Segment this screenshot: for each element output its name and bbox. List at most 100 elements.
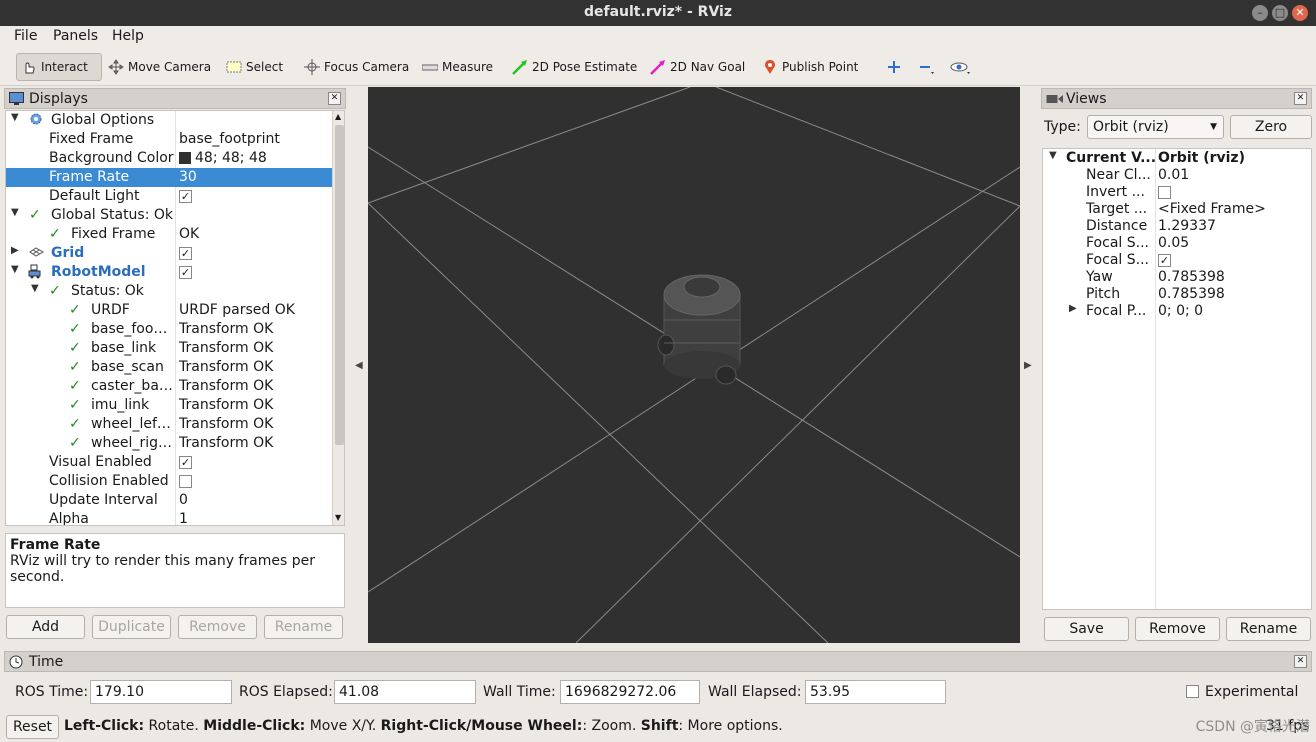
row-value[interactable]: base_footprint [179, 131, 280, 147]
tree-row-link[interactable]: ✓ wheel_rig… Transform OK [6, 434, 332, 453]
color-value[interactable]: 48; 48; 48 [179, 150, 267, 166]
tree-row-link[interactable]: ✓ base_link Transform OK [6, 339, 332, 358]
menu-panels[interactable]: Panels [53, 28, 98, 44]
right-collapse-arrow-icon[interactable]: ▶ [1024, 360, 1034, 371]
views-close-icon[interactable]: ✕ [1294, 92, 1307, 105]
tree-row-link[interactable]: ✓ caster_ba… Transform OK [6, 377, 332, 396]
render-viewport[interactable] [368, 87, 1020, 643]
select-tool-button[interactable]: Select [226, 53, 283, 81]
tree-row-robotmodel[interactable]: ▼ RobotModel ✓ [6, 263, 332, 282]
row-value[interactable]: 0.785398 [1158, 269, 1225, 285]
pose-estimate-tool-button[interactable]: 2D Pose Estimate [512, 53, 637, 81]
tree-row-background-color[interactable]: Background Color 48; 48; 48 [6, 149, 332, 168]
tree-row-visual-enabled[interactable]: Visual Enabled ✓ [6, 453, 332, 472]
row-label: RobotModel [51, 264, 146, 280]
invert-checkbox[interactable] [1158, 185, 1171, 199]
tree-row-urdf[interactable]: ✓ URDF URDF parsed OK [6, 301, 332, 320]
remove-tool-button[interactable] [918, 53, 938, 81]
default-light-checkbox[interactable]: ✓ [179, 189, 192, 203]
tree-row-default-light[interactable]: Default Light ✓ [6, 187, 332, 206]
collapse-arrow-icon[interactable]: ▶ [11, 245, 19, 256]
left-collapse-arrow-icon[interactable]: ◀ [355, 360, 365, 371]
displays-scrollbar[interactable]: ▲ ▼ [332, 111, 344, 525]
add-display-button[interactable]: Add [6, 615, 85, 639]
robotmodel-enabled-checkbox[interactable]: ✓ [179, 265, 192, 279]
focus-camera-tool-button[interactable]: Focus Camera [304, 53, 409, 81]
ros-elapsed-field[interactable]: 41.08 [334, 680, 476, 704]
expand-arrow-icon[interactable]: ▼ [1049, 150, 1057, 161]
collapse-arrow-icon[interactable]: ▶ [1069, 303, 1077, 314]
expand-arrow-icon[interactable]: ▼ [11, 112, 19, 123]
wall-elapsed-field[interactable]: 53.95 [805, 680, 946, 704]
view-type-select[interactable]: Orbit (rviz) ▼ [1087, 115, 1224, 139]
menu-help[interactable]: Help [112, 28, 144, 44]
tree-row-link[interactable]: ✓ base_scan Transform OK [6, 358, 332, 377]
save-view-button[interactable]: Save [1044, 617, 1129, 641]
row-value[interactable]: <Fixed Frame> [1158, 201, 1266, 217]
minus-icon [918, 59, 934, 75]
hand-icon [21, 59, 37, 75]
row-label: Distance [1086, 218, 1148, 234]
tree-row-global-options[interactable]: ▼ Global Options [6, 111, 332, 130]
close-button[interactable]: ✕ [1292, 5, 1308, 21]
description-title: Frame Rate [10, 537, 101, 553]
publish-point-tool-button[interactable]: Publish Point [762, 53, 858, 81]
row-value[interactable]: 1 [179, 511, 188, 525]
tree-row-link[interactable]: ✓ imu_link Transform OK [6, 396, 332, 415]
tree-row-frame-rate[interactable]: Frame Rate 30 [6, 168, 332, 187]
time-close-icon[interactable]: ✕ [1294, 655, 1307, 668]
grid-enabled-checkbox[interactable]: ✓ [179, 246, 192, 260]
measure-tool-button[interactable]: Measure [421, 53, 493, 81]
rename-view-button[interactable]: Rename [1226, 617, 1311, 641]
tree-row-alpha[interactable]: Alpha 1 [6, 510, 332, 525]
row-value[interactable]: 0.01 [1158, 167, 1189, 183]
tree-row-update-interval[interactable]: Update Interval 0 [6, 491, 332, 510]
expand-arrow-icon[interactable]: ▼ [31, 283, 39, 294]
remove-view-button[interactable]: Remove [1135, 617, 1220, 641]
menu-file[interactable]: File [14, 28, 37, 44]
row-label: wheel_rig… [91, 435, 172, 451]
expand-arrow-icon[interactable]: ▼ [11, 207, 19, 218]
check-icon: ✓ [69, 397, 81, 413]
row-value[interactable]: 0.05 [1158, 235, 1189, 251]
scrollbar-thumb[interactable] [335, 125, 344, 445]
ros-time-field[interactable]: 179.10 [90, 680, 232, 704]
tree-row-fixed-frame[interactable]: Fixed Frame base_footprint [6, 130, 332, 149]
scroll-up-icon[interactable]: ▲ [335, 112, 341, 121]
interact-tool-button[interactable]: Interact [16, 53, 102, 81]
scroll-down-icon[interactable]: ▼ [335, 513, 341, 522]
add-tool-button[interactable] [886, 53, 906, 81]
row-label: Focal S... [1086, 252, 1149, 268]
view-row-focal-point[interactable]: ▶ Focal P... 0; 0; 0 [1043, 302, 1311, 321]
reset-button[interactable]: Reset [6, 715, 59, 739]
remove-display-button[interactable]: Remove [178, 615, 257, 639]
row-value[interactable]: 0.785398 [1158, 286, 1225, 302]
minimize-button[interactable]: – [1252, 5, 1268, 21]
nav-goal-tool-button[interactable]: 2D Nav Goal [650, 53, 745, 81]
row-value[interactable]: 30 [179, 169, 197, 185]
tree-row-status-fixed-frame[interactable]: ✓ Fixed Frame OK [6, 225, 332, 244]
tree-row-link[interactable]: ✓ wheel_lef… Transform OK [6, 415, 332, 434]
maximize-button[interactable]: □ [1272, 5, 1288, 21]
displays-close-icon[interactable]: ✕ [328, 92, 341, 105]
duplicate-display-button[interactable]: Duplicate [92, 615, 171, 639]
zero-button[interactable]: Zero [1230, 115, 1312, 139]
expand-arrow-icon[interactable]: ▼ [11, 264, 19, 275]
experimental-checkbox[interactable] [1186, 685, 1199, 698]
tree-row-status-ok[interactable]: ▼ ✓ Status: Ok [6, 282, 332, 301]
collision-enabled-checkbox[interactable] [179, 474, 192, 488]
move-camera-tool-button[interactable]: Move Camera [108, 53, 211, 81]
tool-properties-button[interactable] [950, 53, 970, 81]
row-value[interactable]: 0 [179, 492, 188, 508]
rename-display-button[interactable]: Rename [264, 615, 343, 639]
tree-row-grid[interactable]: ▶ Grid ✓ [6, 244, 332, 263]
tree-row-global-status[interactable]: ▼ ✓ Global Status: Ok [6, 206, 332, 225]
tree-row-collision-enabled[interactable]: Collision Enabled [6, 472, 332, 491]
tree-row-link[interactable]: ✓ base_foo… Transform OK [6, 320, 332, 339]
row-value[interactable]: 1.29337 [1158, 218, 1216, 234]
row-label: Collision Enabled [49, 473, 169, 489]
wall-time-field[interactable]: 1696829272.06 [560, 680, 700, 704]
focal-shape-checkbox[interactable]: ✓ [1158, 253, 1171, 267]
row-value[interactable]: 0; 0; 0 [1158, 303, 1203, 319]
visual-enabled-checkbox[interactable]: ✓ [179, 455, 192, 469]
